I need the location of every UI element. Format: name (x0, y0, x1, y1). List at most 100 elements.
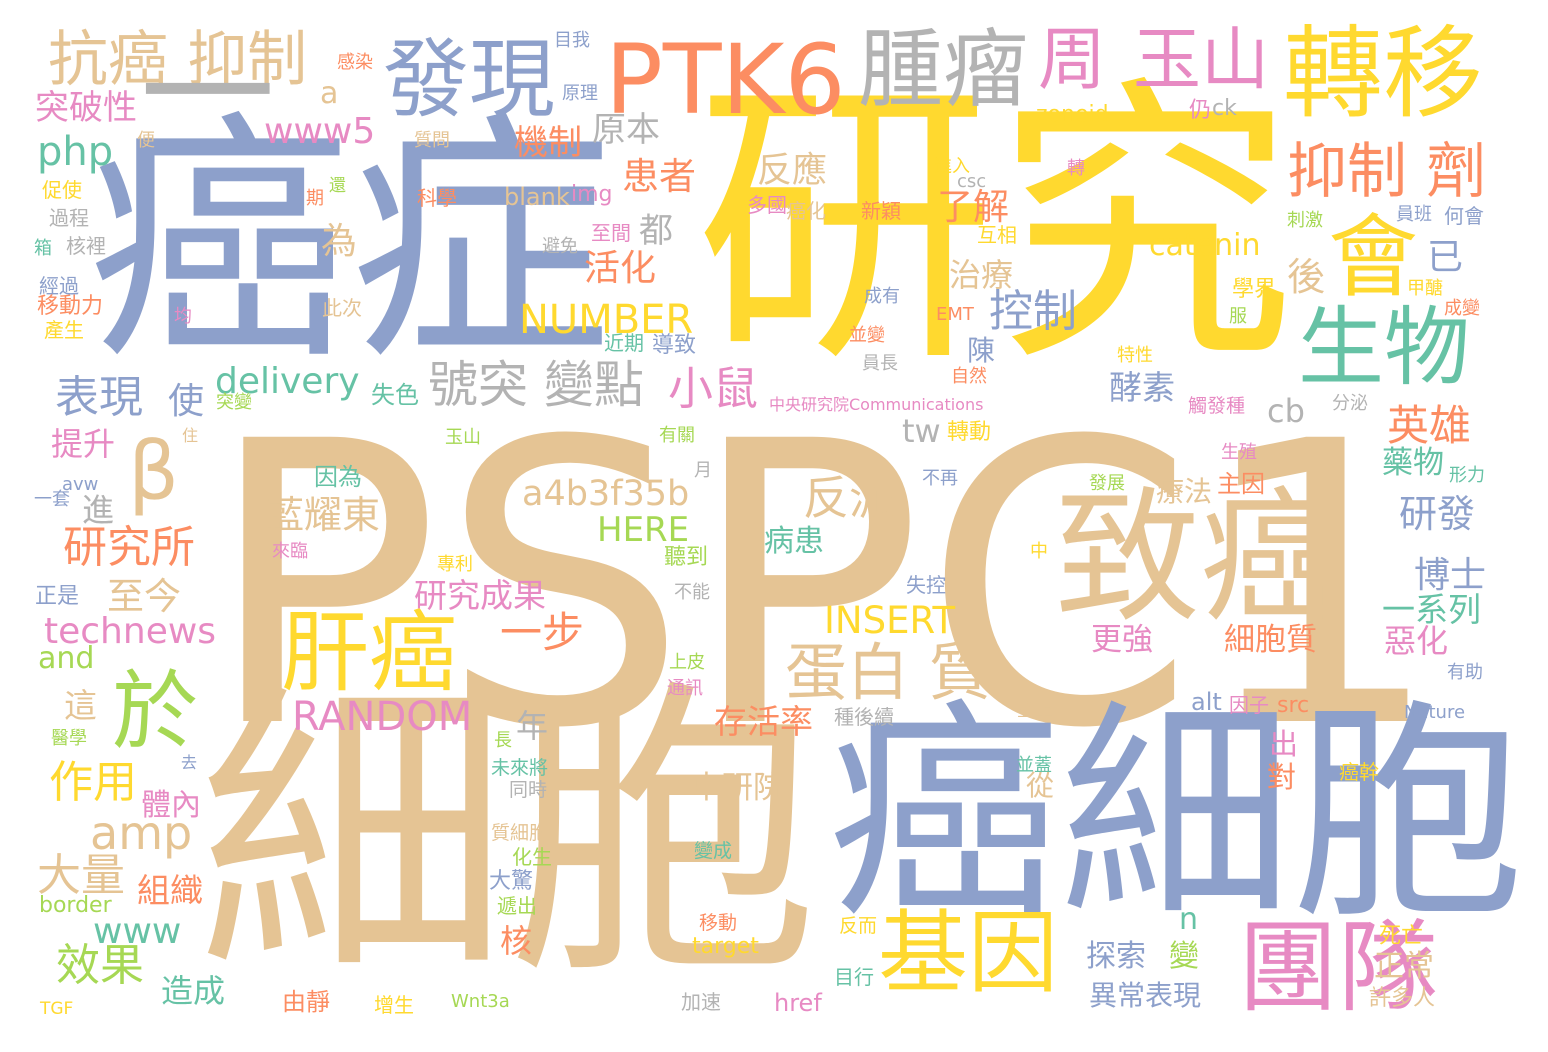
word: 玉山 (445, 427, 481, 448)
word: 存活率 (714, 702, 813, 741)
word: 遞出 (497, 894, 537, 918)
word: 未來將 (491, 757, 549, 779)
word: 經過 (39, 274, 79, 298)
word: 更強 (1091, 622, 1153, 658)
word: 感染 (337, 52, 373, 73)
word: 作用 (49, 757, 137, 808)
word: 失色 (371, 381, 419, 409)
word: 住 (182, 426, 199, 445)
word: 療法 (1156, 475, 1213, 508)
word: 進 (82, 491, 115, 529)
word: 號突 變點 (428, 356, 644, 414)
word: 因子 (1229, 693, 1269, 717)
word: 發現 (383, 30, 555, 130)
word: TGF (40, 999, 74, 1019)
word: 至今 (107, 575, 181, 618)
word: 員長 (862, 353, 898, 374)
word: 長 (494, 730, 512, 751)
word: 移動 (699, 912, 738, 934)
word: 均 (174, 306, 192, 327)
word: 並變 (849, 325, 885, 346)
word: 肝癌 (281, 601, 458, 704)
word: target (692, 934, 759, 959)
word: 許多人 (1369, 986, 1436, 1011)
word: 癌細胞 (828, 680, 1525, 950)
word: 會 (1328, 205, 1418, 310)
word: 一系列 (1382, 590, 1481, 629)
word: 這 (64, 686, 97, 725)
word: catenin (1149, 228, 1261, 263)
word: 反而 (839, 915, 878, 937)
word: 異常表現 (1089, 979, 1202, 1012)
word: 治療 (949, 256, 1014, 294)
word: 正常 (1374, 949, 1434, 984)
word: blank (504, 183, 570, 211)
word: 因為 (314, 463, 362, 491)
word: 核裡 (66, 234, 106, 258)
word: 玉山 (1133, 21, 1270, 100)
word: 成變 (1444, 298, 1480, 319)
word: 刺激 (1287, 210, 1323, 231)
word: 生殖 (1221, 442, 1257, 463)
word: 細胞質 (1224, 622, 1317, 658)
word: 都 (639, 211, 673, 251)
word: EMT (936, 304, 974, 325)
word: 變成 (694, 840, 733, 862)
word: 一 (140, 16, 275, 173)
word: php (37, 129, 114, 175)
word: 不能 (674, 582, 710, 603)
word: cb (1267, 392, 1305, 430)
word: 中央研究院Communications (769, 395, 984, 414)
word: 近期 (604, 331, 644, 355)
word: 一套 (34, 489, 70, 510)
word: 患者 (622, 155, 696, 198)
word: 質問 (414, 130, 450, 151)
word: zoneid (1036, 102, 1109, 127)
word: 互相 (977, 223, 1017, 247)
word: 增生 (374, 993, 414, 1017)
word: 種後續 (834, 705, 894, 729)
word: 期 (306, 188, 324, 209)
word: href (774, 989, 822, 1017)
word: alt (1191, 688, 1222, 716)
word: 突破性 (35, 88, 137, 128)
word: 大量 (37, 850, 125, 901)
word: 癌幹 (1339, 760, 1379, 784)
word: and (38, 641, 95, 676)
word: 化生 (512, 845, 552, 869)
word: 為 (321, 221, 358, 262)
word: 箱 (34, 238, 52, 259)
word-cloud: PSPC1 癌症 研究 細胞 癌細胞 致癌 PTK6 腫瘤 發現 抗癌 抑制一周玉山 轉移 抑制 劑會… (0, 0, 1548, 1052)
word: 原本 (592, 110, 660, 150)
word: 腫瘤 (858, 21, 1029, 120)
word: 正是 (35, 584, 80, 609)
word: 陳 (967, 334, 996, 367)
word: 過程 (49, 206, 89, 230)
word: 惡化 (1384, 622, 1449, 660)
word: 多國 (747, 193, 787, 217)
word: 導致 (652, 333, 697, 358)
word: 轉動 (947, 420, 992, 445)
word: tw (902, 412, 941, 450)
word: 研究所 (63, 522, 195, 573)
word: 藍耀東 (266, 493, 381, 537)
word: β (128, 425, 180, 518)
word: ck (1212, 96, 1237, 121)
word: Nature (1404, 702, 1466, 723)
word: 有助 (1447, 662, 1483, 683)
word: 觸發種 (1188, 395, 1246, 417)
word: 反應 (757, 151, 828, 191)
word: 從 (1026, 769, 1055, 802)
word: 聽到 (664, 545, 709, 570)
word: 組織 (137, 871, 203, 910)
word: 目行 (834, 965, 874, 989)
word: 促使 (42, 178, 82, 202)
word: www5 (264, 111, 376, 152)
word: 學界 (1232, 277, 1277, 302)
word: 效果 (56, 940, 144, 991)
word: 英雄 (1387, 401, 1472, 450)
word: 加速 (681, 990, 721, 1014)
word: 不再 (922, 468, 958, 489)
word: 至間 (591, 221, 631, 245)
word: 死亡 (1379, 924, 1424, 949)
